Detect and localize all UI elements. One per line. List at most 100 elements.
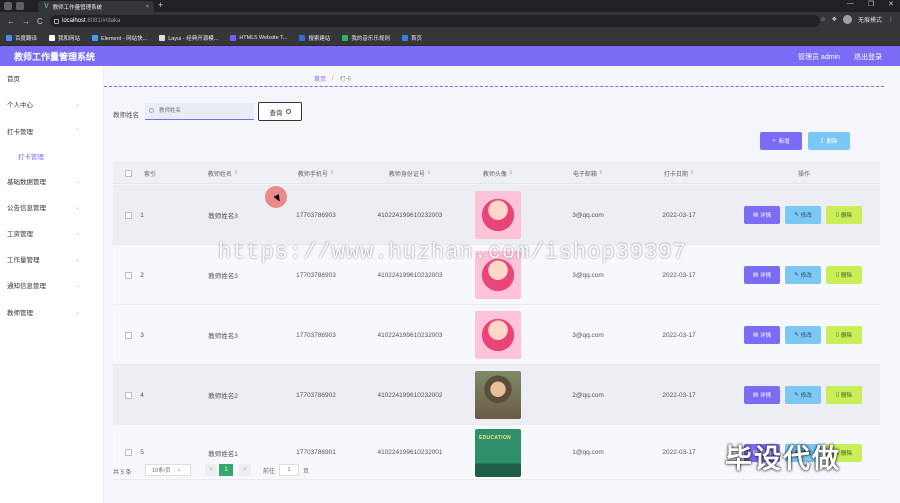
cell-index: 1 [140, 211, 144, 219]
breadcrumb-home[interactable]: 首页 [314, 74, 326, 83]
minimize-icon[interactable]: — [847, 0, 854, 8]
browser-kebab-icon[interactable]: ⋮ [888, 16, 894, 23]
bookmark-item[interactable]: 搜索建站 [299, 34, 330, 42]
delete-button[interactable]: ▯ 删除 [826, 326, 862, 344]
sidebar-item-profile[interactable]: 个人中心 ⌄ [0, 94, 104, 114]
browser-tab-active[interactable]: V 教师工作量管理系统 × [38, 1, 154, 12]
bookmark-item[interactable]: 首页 [401, 34, 422, 42]
bookmark-star-icon[interactable]: ☆ [820, 16, 825, 23]
search-label: 教师姓名 [113, 112, 139, 119]
browser-menu-icon[interactable] [4, 2, 12, 10]
trash-icon: ▯ [820, 138, 824, 144]
sort-icon[interactable]: ⇕ [330, 170, 334, 176]
bookmark-item[interactable]: 我的音乐乐规则 [342, 34, 390, 42]
col-actions: 操作 [797, 171, 810, 178]
row-checkbox[interactable] [124, 331, 132, 339]
batch-delete-button[interactable]: ▯ 删除 [808, 132, 850, 150]
row-checkbox[interactable] [124, 271, 132, 279]
close-window-icon[interactable]: ✕ [888, 0, 894, 8]
chevron-down-icon: ⌄ [74, 256, 80, 263]
table-row: 3 教师姓名3 17703786903 410224199610232003 3… [113, 305, 880, 365]
col-date[interactable]: 打卡日期 ⇕ [624, 162, 734, 184]
breadcrumb-current: 打卡 [339, 77, 352, 83]
bookmark-favicon-icon [230, 34, 237, 41]
site-info-icon[interactable] [54, 18, 59, 24]
next-page-button[interactable]: > [239, 464, 251, 476]
edit-button[interactable]: ✎ 修改 [785, 326, 821, 344]
back-icon[interactable]: ← [7, 17, 15, 26]
sort-icon[interactable]: ⇕ [690, 170, 694, 176]
bookmark-item[interactable]: 我和网站 [49, 34, 80, 42]
cell-date: 2022-03-17 [662, 331, 696, 339]
sidebar-item-notifications[interactable]: 通知信息管理 ⌄ [0, 275, 104, 295]
tab-search-icon[interactable] [16, 2, 24, 10]
reload-icon[interactable]: C [37, 17, 43, 26]
edit-icon: ✎ [794, 272, 799, 278]
detail-button[interactable]: ▤ 详情 [744, 206, 780, 224]
cell-index: 4 [140, 391, 144, 399]
breadcrumb: 首页 / 打卡 [314, 74, 352, 84]
sort-icon[interactable]: ⇕ [599, 170, 603, 176]
breadcrumb-separator: / [332, 75, 334, 82]
edit-button[interactable]: ✎ 修改 [785, 266, 821, 284]
browser-tabbar: V 教师工作量管理系统 × + — ❐ ✕ [0, 0, 900, 12]
maximize-icon[interactable]: ❐ [868, 0, 874, 8]
add-button[interactable]: + 新增 [760, 132, 802, 150]
logout-link[interactable]: 退出登录 [854, 52, 882, 62]
forward-icon[interactable]: → [22, 17, 30, 26]
sort-icon[interactable]: ⇕ [509, 170, 513, 176]
sidebar-subitem-attendance[interactable]: 打卡管理 [0, 146, 104, 166]
sidebar-item-teachers[interactable]: 教师管理 ⌄ [0, 302, 104, 322]
sidebar-item-workload[interactable]: 工作量管理 ⌄ [0, 249, 104, 269]
search-input[interactable] [145, 103, 254, 120]
detail-icon: ▤ [752, 392, 759, 398]
delete-button[interactable]: ▯ 删除 [826, 266, 862, 284]
trash-icon: ▯ [835, 332, 839, 338]
bookmark-item[interactable]: Element - 网站快... [92, 34, 147, 42]
chevron-down-icon: ⌄ [74, 101, 80, 108]
url-input[interactable]: localhost:8081/#/daka [50, 15, 820, 27]
guest-mode-label[interactable]: 无痕模式 [858, 15, 882, 24]
extensions-icon[interactable]: ❖ [832, 16, 837, 23]
sort-icon[interactable]: ⇕ [234, 170, 238, 176]
bookmark-item[interactable]: Layui - 经典开源模... [159, 34, 218, 42]
row-checkbox[interactable] [124, 449, 132, 456]
bookmark-favicon-icon [92, 34, 99, 41]
bookmark-favicon-icon [6, 34, 12, 41]
plus-icon: + [772, 138, 776, 144]
chevron-down-icon: ⌄ [74, 282, 80, 289]
sidebar-item-announcements[interactable]: 公告信息管理 ⌄ [0, 197, 104, 217]
bookmark-item[interactable]: HTML5 Website T... [230, 34, 287, 41]
delete-button[interactable]: ▯ 删除 [826, 386, 862, 404]
sidebar-item-home[interactable]: 首页 [0, 68, 104, 88]
row-checkbox[interactable] [124, 211, 132, 219]
select-all-checkbox[interactable] [124, 169, 132, 177]
header-divider [104, 86, 884, 87]
prev-page-button[interactable]: < [205, 464, 217, 476]
goto-page-input[interactable]: 1 [279, 464, 299, 476]
sidebar-item-attendance[interactable]: 打卡管理 ⌃ [0, 121, 104, 141]
table-row: 4 教师姓名2 17703786902 410224199610232002 2… [113, 365, 880, 425]
edit-button[interactable]: ✎ 修改 [785, 386, 821, 404]
cell-date: 2022-03-17 [662, 211, 696, 219]
sidebar-item-basic-data[interactable]: 基础数据管理 ⌄ [0, 171, 104, 191]
new-tab-button[interactable]: + [158, 0, 163, 10]
query-button[interactable]: 查询 [258, 102, 302, 121]
sidebar-item-salary[interactable]: 工资管理 ⌄ [0, 223, 104, 243]
sort-icon[interactable]: ⇕ [427, 170, 431, 176]
bookmark-item[interactable]: 百度翻译 [6, 34, 37, 42]
guest-avatar-icon[interactable] [842, 15, 852, 24]
detail-button[interactable]: ▤ 详情 [744, 326, 780, 344]
detail-icon: ▤ [752, 212, 759, 218]
chevron-up-icon: ⌃ [74, 128, 80, 135]
row-checkbox[interactable] [124, 391, 132, 399]
tab-title: 教师工作量管理系统 [52, 4, 103, 11]
detail-button[interactable]: ▤ 详情 [744, 386, 780, 404]
edit-button[interactable]: ✎ 修改 [785, 206, 821, 224]
page-size-select[interactable]: 10条/页 ⌄ [145, 464, 191, 476]
delete-button[interactable]: ▯ 删除 [826, 206, 862, 224]
page-number-active[interactable]: 1 [219, 464, 233, 476]
tab-close-icon[interactable]: × [146, 4, 149, 10]
cell-date: 2022-03-17 [662, 391, 696, 399]
detail-button[interactable]: ▤ 详情 [744, 266, 780, 284]
